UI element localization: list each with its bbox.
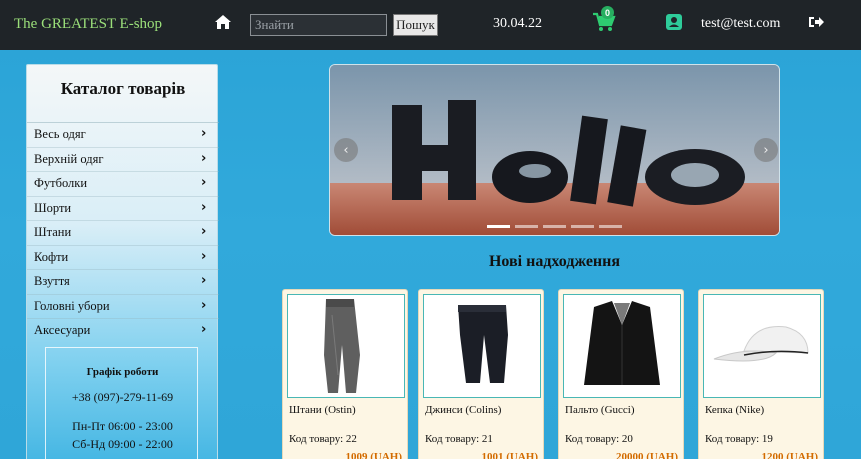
dark-jeans-image — [458, 305, 508, 383]
catalog-title: Каталог товарів — [60, 79, 186, 98]
chevron-right-icon: › — [201, 248, 207, 264]
chevron-right-icon: › — [201, 224, 207, 239]
chevron-right-icon: › — [201, 150, 207, 166]
hello-slide-image — [330, 65, 779, 235]
product-image[interactable] — [703, 294, 821, 398]
new-arrivals-title: Нові надходження — [488, 253, 621, 270]
home-icon[interactable] — [214, 13, 232, 31]
grey-trousers-image — [324, 299, 360, 393]
catalog-item-outerwear[interactable]: Верхній одяг › — [27, 146, 219, 172]
product-price: 1200 (UAH) — [761, 451, 818, 459]
catalog-item-label: Головні убори — [34, 298, 110, 313]
product-image[interactable] — [423, 294, 541, 398]
carousel-indicator[interactable] — [543, 225, 566, 228]
product-card[interactable]: Штани (Ostin) Код товару: 22 1009 (UAH) — [282, 289, 408, 459]
chevron-right-icon: › — [201, 126, 207, 141]
catalog-item-tshirts[interactable]: Футболки › — [27, 171, 219, 196]
phone-number: +38 (097)-279-11-69 — [71, 390, 174, 404]
carousel-prev-button[interactable]: ‹ — [334, 138, 358, 162]
white-cap-image — [713, 326, 809, 362]
chevron-right-icon: › — [201, 297, 207, 313]
catalog-item-label: Футболки — [34, 176, 88, 190]
catalog-item-label: Шорти — [34, 200, 72, 215]
product-card[interactable]: Пальто (Gucci) Код товару: 20 20000 (UAH… — [558, 289, 684, 459]
black-coat-image — [584, 301, 660, 385]
product-code: Код товару: 21 — [425, 433, 493, 445]
product-name[interactable]: Кепка (Nike) — [705, 404, 764, 416]
catalog-list: Весь одяг › Верхній одяг › Футболки › Шорти… — [27, 122, 219, 343]
catalog-item-label: Кофти — [34, 249, 69, 264]
chevron-right-icon: › — [201, 199, 207, 215]
working-hours-title: Графік роботи — [86, 366, 159, 378]
cart-count-badge: 0 — [601, 6, 614, 19]
product-code: Код товару: 22 — [289, 433, 357, 445]
catalog-item-all-clothes[interactable]: Весь одяг › — [27, 122, 219, 147]
carousel-indicator[interactable] — [599, 225, 622, 228]
product-name[interactable]: Штани (Ostin) — [289, 404, 356, 416]
current-date: 30.04.22 — [493, 16, 542, 31]
hours-weekdays: Пн-Пт 06:00 - 23:00 — [72, 419, 173, 433]
hero-carousel: ‹ › — [329, 64, 780, 236]
catalog-item-label: Верхній одяг — [34, 151, 104, 166]
chevron-right-icon: › — [201, 273, 207, 288]
product-card[interactable]: Джинси (Colins) Код товару: 21 1001 (UAH… — [418, 289, 544, 459]
chevron-right-icon: › — [201, 322, 207, 337]
carousel-indicator[interactable] — [571, 225, 594, 228]
brand-link[interactable]: The GREATEST E-shop — [14, 16, 162, 33]
product-name[interactable]: Джинси (Colins) — [425, 404, 501, 416]
logout-icon[interactable] — [808, 15, 824, 29]
product-price: 1009 (UAH) — [345, 451, 402, 459]
search-input[interactable] — [250, 14, 387, 36]
user-email[interactable]: test@test.com — [701, 16, 780, 32]
catalog-item-label: Аксесуари — [34, 323, 91, 337]
product-name[interactable]: Пальто (Gucci) — [565, 404, 635, 416]
catalog-item-sweaters[interactable]: Кофти › — [27, 244, 219, 270]
product-price: 1001 (UAH) — [481, 451, 538, 459]
search-button[interactable]: Пошук — [393, 14, 438, 36]
catalog-item-label: Взуття — [34, 274, 70, 288]
catalog-item-shoes[interactable]: Взуття › — [27, 269, 219, 294]
product-card[interactable]: Кепка (Nike) Код товару: 19 1200 (UAH) — [698, 289, 824, 459]
working-hours-box: Графік роботи +38 (097)-279-11-69 Пн-Пт … — [45, 347, 198, 459]
hours-weekend: Сб-Нд 09:00 - 22:00 — [72, 437, 173, 451]
top-navbar: The GREATEST E-shop Пошук 30.04.22 0 tes… — [0, 0, 861, 50]
product-image[interactable] — [563, 294, 681, 398]
product-code: Код товару: 19 — [705, 433, 773, 445]
catalog-item-label: Штани — [34, 225, 72, 239]
carousel-indicators — [487, 225, 622, 228]
carousel-indicator[interactable] — [515, 225, 538, 228]
product-price: 20000 (UAH) — [615, 451, 678, 459]
catalog-item-headwear[interactable]: Головні убори › — [27, 293, 219, 319]
catalog-sidebar: Каталог товарів Весь одяг › Верхній одяг ›… — [26, 64, 219, 459]
chevron-right-icon: › — [201, 175, 207, 190]
catalog-item-shorts[interactable]: Шорти › — [27, 195, 219, 221]
carousel-next-button[interactable]: › — [754, 138, 778, 162]
product-image[interactable] — [287, 294, 405, 398]
product-code: Код товару: 20 — [565, 433, 633, 445]
user-icon[interactable] — [666, 14, 682, 30]
catalog-item-accessories[interactable]: Аксесуари › — [27, 318, 219, 343]
carousel-indicator[interactable] — [487, 225, 510, 228]
catalog-item-label: Весь одяг — [34, 127, 86, 141]
catalog-item-trousers[interactable]: Штани › — [27, 220, 219, 245]
